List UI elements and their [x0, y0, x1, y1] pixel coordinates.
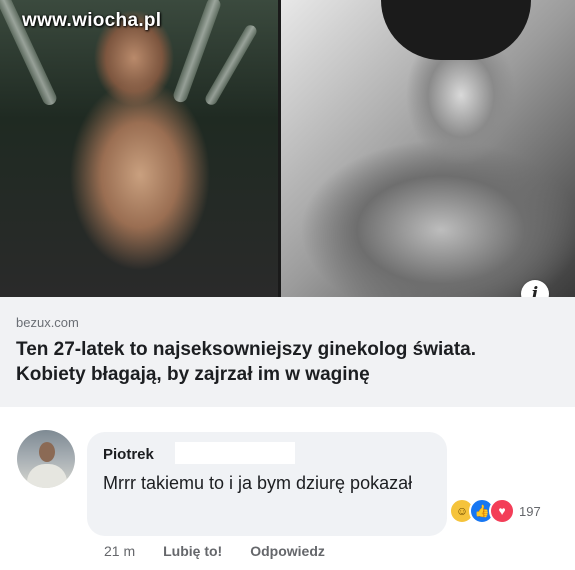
link-domain: bezux.com [16, 315, 79, 330]
comment-text: Mrrr takiemu to i ja bym dziurę pokazał [103, 473, 413, 493]
link-preview-images[interactable]: www.wiocha.pl [0, 0, 575, 297]
avatar[interactable] [17, 430, 75, 488]
watermark: www.wiocha.pl [22, 10, 162, 31]
reaction-count: 197 [519, 503, 541, 519]
reactions-summary[interactable]: ☺ 👍 ♥ 197 [449, 498, 541, 524]
like-button[interactable]: Lubię to! [163, 543, 222, 559]
reply-button[interactable]: Odpowiedz [250, 543, 325, 559]
preview-photo-left[interactable] [0, 0, 278, 297]
comment-author[interactable]: Piotrek [103, 446, 154, 463]
redacted-surname [175, 442, 295, 464]
comment-bubble: Piotrek Mrrr takiemu to i ja bym dziurę … [87, 432, 447, 536]
comment-actions: 21 m Lubię to! Odpowiedz [104, 543, 325, 559]
comment-timestamp[interactable]: 21 m [104, 543, 135, 559]
preview-photo-right[interactable] [281, 0, 575, 297]
link-preview-card[interactable]: bezux.com Ten 27-latek to najseksowniejs… [0, 297, 575, 407]
love-icon: ♥ [489, 498, 515, 524]
link-title[interactable]: Ten 27-latek to najseksowniejszy ginekol… [16, 337, 536, 387]
